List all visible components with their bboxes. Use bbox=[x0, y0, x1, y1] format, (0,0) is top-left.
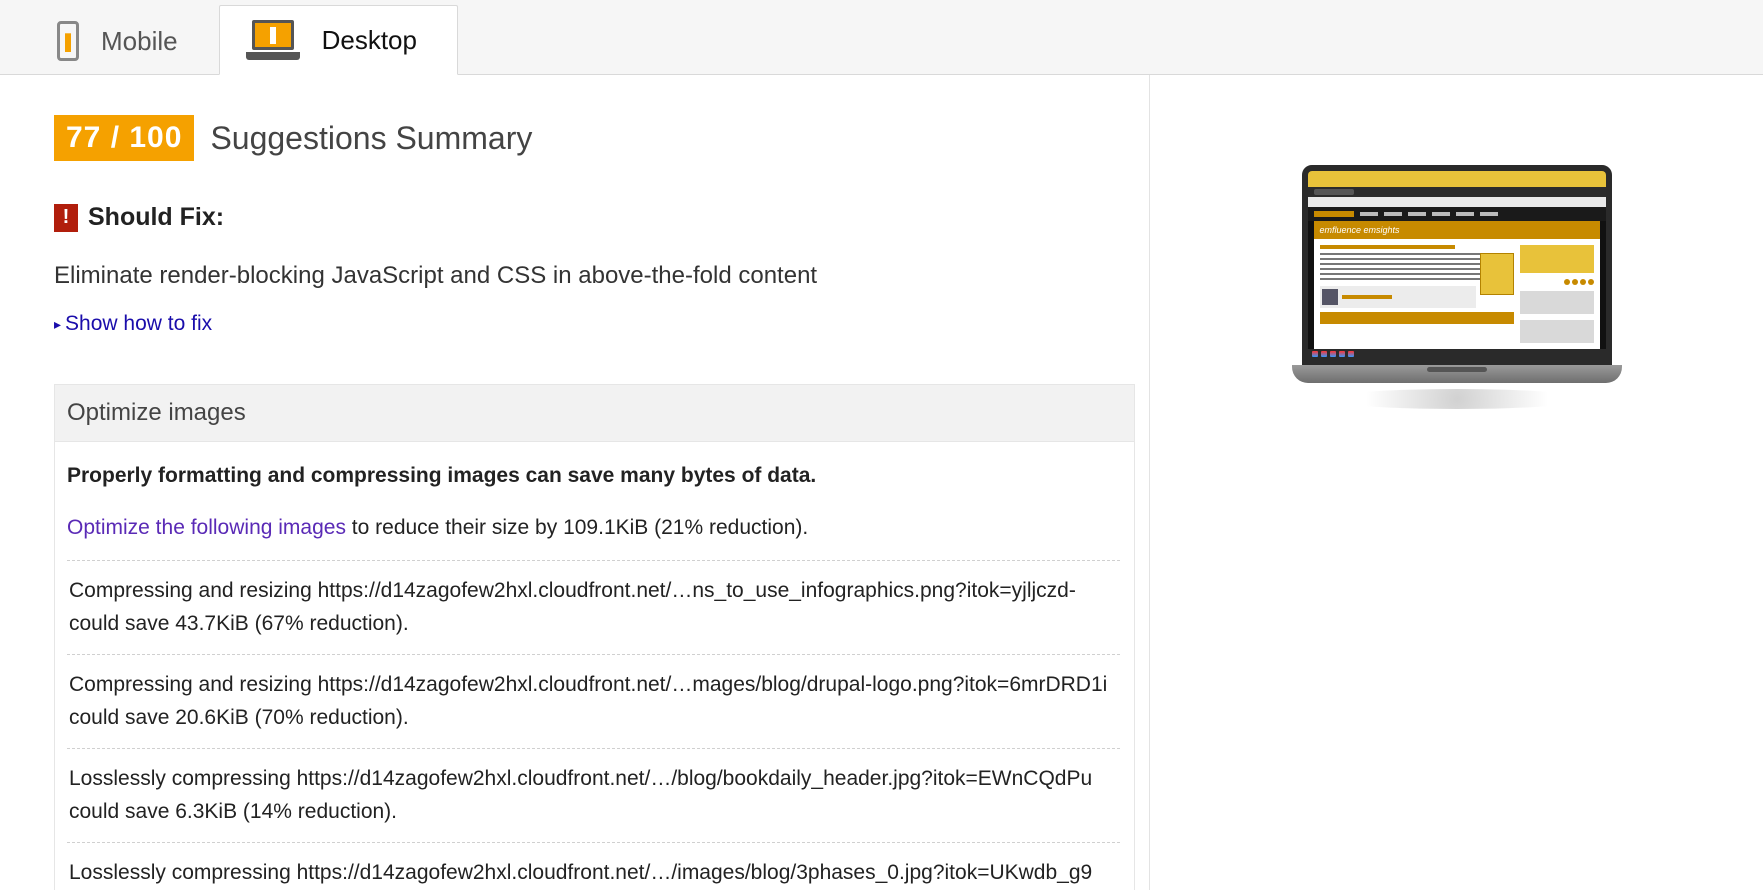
site-body: emfluence emsights bbox=[1314, 221, 1600, 349]
laptop-warning-icon bbox=[246, 20, 300, 60]
tab-bar: Mobile Desktop bbox=[0, 0, 1763, 75]
tab-desktop-label: Desktop bbox=[322, 25, 417, 56]
browser-url-bar bbox=[1308, 197, 1606, 207]
rule-render-blocking-title: Eliminate render-blocking JavaScript and… bbox=[54, 262, 1135, 290]
show-how-label: Show how to fix bbox=[65, 312, 212, 336]
list-item: Losslessly compressing https://d14zagofe… bbox=[67, 843, 1120, 890]
optimize-images-lead: Properly formatting and compressing imag… bbox=[67, 464, 1120, 488]
browser-tab bbox=[1308, 187, 1606, 197]
optimize-images-header[interactable]: Optimize images bbox=[54, 384, 1135, 442]
laptop-base bbox=[1292, 365, 1622, 383]
laptop-preview: emfluence emsights bbox=[1292, 165, 1622, 890]
should-fix-header: ! Should Fix: bbox=[54, 203, 1135, 232]
should-fix-label: Should Fix: bbox=[88, 203, 224, 232]
list-item: Losslessly compressing https://d14zagofe… bbox=[67, 749, 1120, 843]
main-column: 77 / 100 Suggestions Summary ! Should Fi… bbox=[0, 75, 1150, 890]
phone-warning-icon bbox=[57, 21, 79, 61]
list-item: Compressing and resizing https://d14zago… bbox=[67, 655, 1120, 749]
optimize-images-body: Properly formatting and compressing imag… bbox=[54, 442, 1135, 890]
optimize-images-sub-rest: to reduce their size by 109.1KiB (21% re… bbox=[346, 516, 808, 539]
browser-info-bar bbox=[1308, 171, 1606, 187]
tab-mobile-label: Mobile bbox=[101, 26, 178, 57]
optimize-images-list: Compressing and resizing https://d14zago… bbox=[67, 560, 1120, 890]
score-line: 77 / 100 Suggestions Summary bbox=[54, 115, 1135, 161]
os-taskbar bbox=[1308, 349, 1606, 359]
laptop-screen: emfluence emsights bbox=[1302, 165, 1612, 365]
list-item: Compressing and resizing https://d14zago… bbox=[67, 561, 1120, 655]
optimize-images-link[interactable]: Optimize the following images bbox=[67, 516, 346, 539]
laptop-shadow bbox=[1327, 389, 1587, 409]
preview-column: emfluence emsights bbox=[1150, 75, 1763, 890]
site-nav bbox=[1308, 207, 1606, 221]
site-header-text: emfluence emsights bbox=[1314, 221, 1600, 239]
alert-icon: ! bbox=[54, 204, 78, 232]
score-badge: 77 / 100 bbox=[54, 115, 194, 161]
show-how-to-fix-link[interactable]: ▸ Show how to fix bbox=[54, 312, 212, 336]
optimize-images-subtext: Optimize the following images to reduce … bbox=[67, 516, 1120, 540]
triangle-right-icon: ▸ bbox=[54, 316, 61, 333]
tab-desktop[interactable]: Desktop bbox=[219, 5, 458, 75]
summary-title: Suggestions Summary bbox=[210, 120, 532, 157]
tab-mobile[interactable]: Mobile bbox=[30, 6, 219, 75]
